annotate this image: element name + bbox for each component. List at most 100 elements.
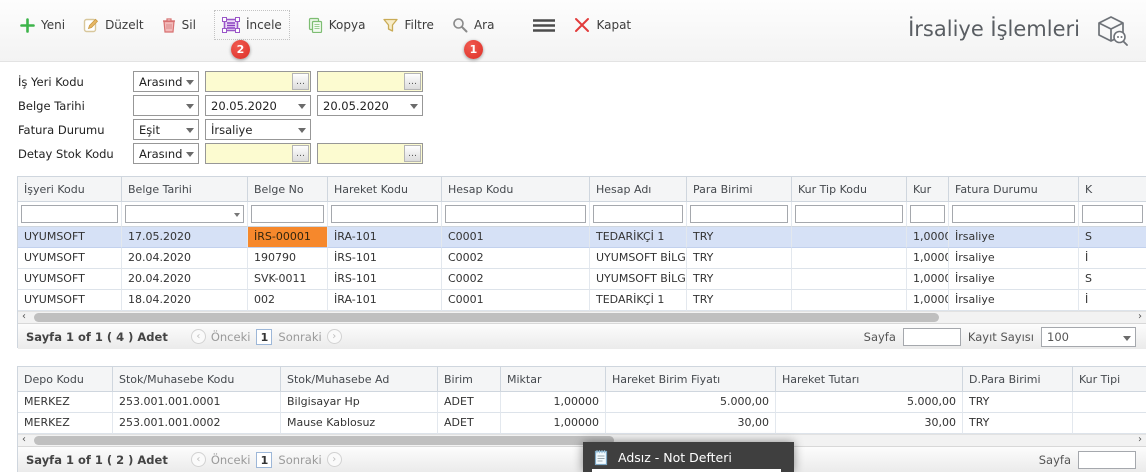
column-filter-input-para-birimi[interactable] — [690, 205, 788, 223]
pager-current-page[interactable]: 1 — [256, 451, 273, 468]
delete-button[interactable]: Sil — [162, 13, 196, 37]
table-row[interactable]: UYUMSOFT 20.04.2020 190790 İRS-101 C0002 UYUM… — [18, 248, 1146, 269]
column-filter-input-belge-no[interactable] — [251, 205, 324, 223]
column-header-stok-muhasebe-kodu[interactable]: Stok/Muhasebe Kodu — [113, 367, 281, 392]
main-grid-hscrollbar[interactable]: ‹ › — [18, 311, 1146, 323]
column-header-hareket-birim-fiyat[interactable]: Hareket Birim Fiyatı — [606, 367, 776, 392]
edit-button[interactable]: Düzelt — [83, 13, 144, 37]
page-number-input[interactable] — [1078, 451, 1136, 469]
cell-hesap-ad: TEDARİKÇİ 1 — [590, 227, 687, 248]
isyeri-from-input[interactable]: … — [205, 71, 311, 92]
scroll-left-icon[interactable]: ‹ — [22, 311, 26, 323]
column-header-i-yeri-kodu[interactable]: İşyeri Kodu — [18, 177, 122, 202]
hscroll-thumb[interactable] — [34, 436, 614, 445]
scroll-right-icon[interactable]: › — [1138, 311, 1142, 323]
column-filter-input-belge-tarihi[interactable] — [125, 205, 244, 223]
isyeri-to-input[interactable]: … — [317, 71, 423, 92]
column-header-kur-tip-kodu[interactable]: Kur Tip Kodu — [792, 177, 907, 202]
column-header-belge-no[interactable]: Belge No — [248, 177, 328, 202]
column-filter-input-hesap-kodu[interactable] — [445, 205, 586, 223]
cell-belge-tarihi: 18.04.2020 — [122, 290, 248, 311]
column-header-kur-tipi[interactable]: Kur Tipi — [1073, 367, 1146, 392]
scroll-left-icon[interactable]: ‹ — [22, 434, 26, 446]
pager-next-label[interactable]: Sonraki — [278, 453, 321, 467]
pager-next-icon[interactable]: › — [326, 329, 342, 344]
pager-prev-label[interactable]: Önceki — [211, 453, 251, 467]
cell-para-birimi: TRY — [687, 269, 792, 290]
page-size-select[interactable]: 100 — [1041, 327, 1136, 347]
column-header-miktar[interactable]: Miktar — [501, 367, 606, 392]
lookup-dots-button[interactable]: … — [404, 73, 421, 90]
detail-grid: Depo Kodu Stok/Muhasebe Kodu Stok/Muhasebe… — [17, 366, 1146, 472]
lookup-dots-button[interactable]: … — [404, 145, 421, 162]
pager-current-page[interactable]: 1 — [256, 328, 273, 345]
column-filter-input-kur[interactable] — [910, 205, 945, 223]
close-button-label: Kapat — [596, 18, 632, 32]
filter-label: Fatura Durumu — [18, 122, 105, 137]
table-row[interactable]: UYUMSOFT 17.05.2020 İRS-00001 İRA-101 C0001 T… — [18, 227, 1146, 248]
detail-grid-hscrollbar[interactable]: ‹ › — [18, 434, 1146, 446]
column-filter-input-i-yeri-kodu[interactable] — [21, 205, 118, 223]
fatura-durumu-operator-select[interactable]: Eşit — [133, 119, 199, 140]
menu-button[interactable] — [532, 13, 556, 37]
column-filter-input-fatura-durumu[interactable] — [952, 205, 1075, 223]
pager-next-label[interactable]: Sonraki — [278, 330, 321, 344]
isyeri-operator-select[interactable]: Arasınd — [133, 71, 199, 92]
column-header-kur[interactable]: Kur — [907, 177, 949, 202]
column-header-k[interactable]: K — [1079, 177, 1146, 202]
filter-button[interactable]: Filtre — [383, 13, 434, 37]
pager-prev-icon[interactable]: ‹ — [190, 329, 206, 344]
cell-para-birimi: TRY — [687, 227, 792, 248]
detay-stok-operator-select[interactable]: Arasınd — [133, 143, 199, 164]
table-row[interactable]: UYUMSOFT 18.04.2020 002 İRA-101 C0001 TEDARİK… — [18, 290, 1146, 311]
lookup-dots-button[interactable]: … — [292, 145, 309, 162]
cube-search-icon — [1092, 12, 1130, 46]
taskbar-preview-notepad[interactable]: Adsız - Not Defteri — [583, 442, 794, 472]
belge-tarihi-to-select[interactable]: 20.05.2020 — [317, 95, 423, 116]
column-header-hesap-ad[interactable]: Hesap Adı — [590, 177, 687, 202]
page-number-input[interactable] — [902, 328, 961, 346]
close-button[interactable]: Kapat — [574, 13, 631, 37]
cell-miktar: 1,00000 — [501, 392, 606, 413]
column-header-d-para-birimi[interactable]: D.Para Birimi — [963, 367, 1073, 392]
column-header-stok-muhasebe-ad[interactable]: Stok/Muhasebe Ad — [281, 367, 438, 392]
column-header-hesap-kodu[interactable]: Hesap Kodu — [442, 177, 590, 202]
belge-tarihi-from-select[interactable]: 20.05.2020 — [205, 95, 311, 116]
cell-belge-no: SVK-0011 — [248, 269, 328, 290]
column-filter-input-hareket-kodu[interactable] — [331, 205, 438, 223]
column-filter-input-kur-tip-kodu[interactable] — [795, 205, 903, 223]
column-filter-input-hesap-ad[interactable] — [593, 205, 683, 223]
pager-sayfa-label: Sayfa — [1038, 453, 1071, 467]
inspect-button[interactable]: İncele 2 — [213, 10, 290, 59]
scroll-right-icon[interactable]: › — [1138, 434, 1142, 446]
hscroll-thumb[interactable] — [34, 313, 939, 322]
column-filter-input-k[interactable] — [1082, 205, 1143, 223]
detay-stok-from-input[interactable]: … — [205, 143, 311, 164]
copy-icon — [308, 17, 323, 33]
cell-kur: 1,00000 — [907, 248, 949, 269]
column-header-depo-kodu[interactable]: Depo Kodu — [18, 367, 113, 392]
search-button-label: Ara — [473, 18, 495, 32]
table-row[interactable]: UYUMSOFT 20.04.2020 SVK-0011 İRS-101 C0002 UY… — [18, 269, 1146, 290]
pager-prev-label[interactable]: Önceki — [211, 330, 251, 344]
cell-fatura-durumu: İrsaliye — [949, 269, 1079, 290]
lookup-dots-button[interactable]: … — [292, 73, 309, 90]
search-button[interactable]: Ara 1 — [452, 13, 495, 59]
column-header-fatura-durumu[interactable]: Fatura Durumu — [949, 177, 1079, 202]
column-header-hareket-kodu[interactable]: Hareket Kodu — [328, 177, 442, 202]
copy-button[interactable]: Kopya — [308, 13, 365, 37]
table-row[interactable]: MERKEZ 253.001.001.0001 Bilgisayar Hp ADET 1… — [18, 392, 1146, 413]
column-header-birim[interactable]: Birim — [438, 367, 501, 392]
column-header-hareket-tutar[interactable]: Hareket Tutarı — [776, 367, 963, 392]
new-button[interactable]: Yeni — [20, 13, 65, 37]
column-header-para-birimi[interactable]: Para Birimi — [687, 177, 792, 202]
pager-next-icon[interactable]: › — [326, 452, 342, 467]
column-header-belge-tarihi[interactable]: Belge Tarihi — [122, 177, 248, 202]
inspect-icon — [221, 17, 240, 33]
detay-stok-to-input[interactable]: … — [317, 143, 423, 164]
chevron-down-icon — [298, 128, 306, 133]
table-row[interactable]: MERKEZ 253.001.001.0002 Mause Kablosuz ADET… — [18, 413, 1146, 434]
belge-tarihi-operator-select[interactable] — [133, 95, 199, 116]
pager-prev-icon[interactable]: ‹ — [190, 452, 206, 467]
fatura-durumu-value-select[interactable]: İrsaliye — [205, 119, 311, 140]
